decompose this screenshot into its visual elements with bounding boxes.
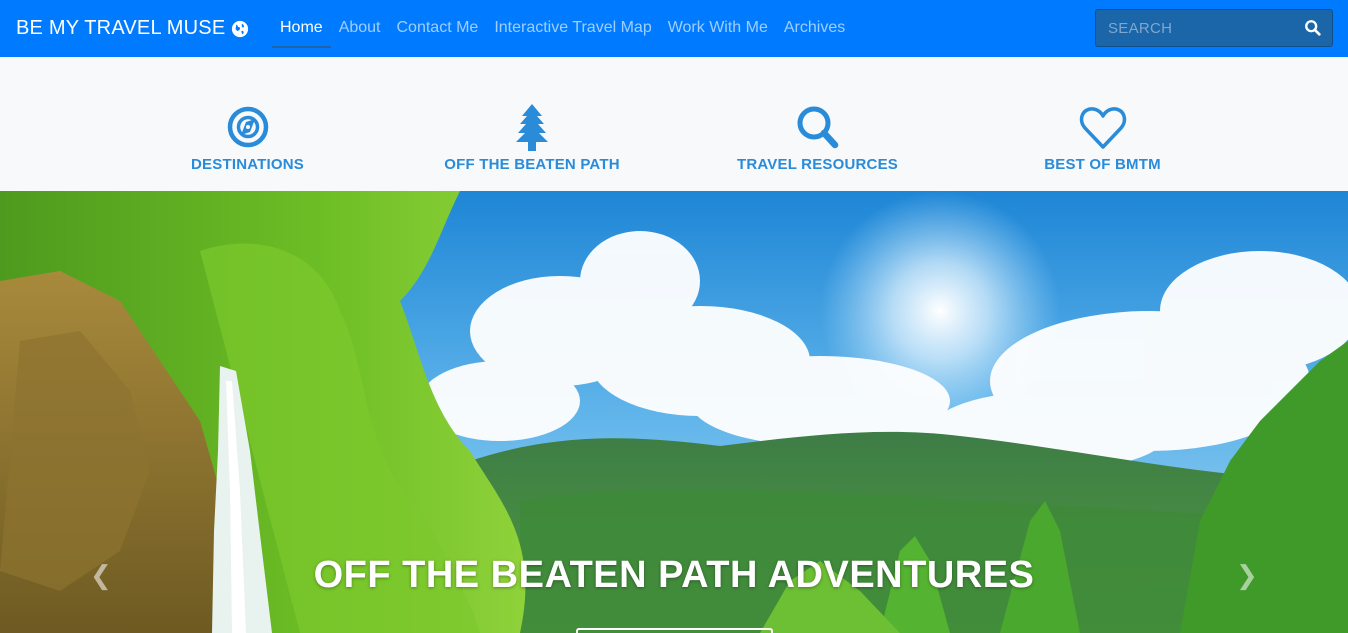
brand-title: BE MY TRAVEL MUSE [16, 17, 226, 39]
globe-icon [232, 20, 249, 37]
category-label: OFF THE BEATEN PATH [444, 156, 620, 173]
category-label: DESTINATIONS [191, 156, 304, 173]
hero-carousel: ❮ ❯ OFF THE BEATEN PATH ADVENTURES [0, 191, 1348, 633]
search-box [1095, 9, 1333, 47]
hero-cta-button[interactable] [576, 628, 773, 633]
nav-about[interactable]: About [331, 0, 389, 57]
nav-interactive-travel-map[interactable]: Interactive Travel Map [486, 0, 659, 57]
heart-icon [1079, 107, 1126, 149]
hero-title: OFF THE BEATEN PATH ADVENTURES [313, 554, 1035, 596]
nav-archives[interactable]: Archives [776, 0, 853, 57]
tree-icon [516, 104, 548, 151]
nav-contact-me[interactable]: Contact Me [389, 0, 487, 57]
category-travel-resources[interactable]: TRAVEL RESOURCES [730, 102, 905, 173]
compass-icon [227, 106, 268, 148]
category-bar: DESTINATIONS OFF THE BEATEN PATH TRAVEL … [0, 57, 1348, 191]
brand-link[interactable]: BE MY TRAVEL MUSE [16, 17, 249, 40]
search-icon[interactable] [1304, 19, 1322, 37]
nav-work-with-me[interactable]: Work With Me [660, 0, 776, 57]
main-nav: Home About Contact Me Interactive Travel… [272, 0, 853, 57]
category-label: BEST OF BMTM [1044, 156, 1161, 173]
nav-home[interactable]: Home [272, 0, 331, 57]
magnifier-icon [797, 106, 838, 149]
category-off-the-beaten-path[interactable]: OFF THE BEATEN PATH [432, 102, 632, 173]
category-label: TRAVEL RESOURCES [736, 156, 898, 173]
search-input[interactable] [1096, 10, 1315, 46]
category-destinations[interactable]: DESTINATIONS [170, 102, 325, 173]
top-navbar: BE MY TRAVEL MUSE Home About Contact Me … [0, 0, 1348, 57]
category-best-of-bmtm[interactable]: BEST OF BMTM [1030, 102, 1175, 173]
